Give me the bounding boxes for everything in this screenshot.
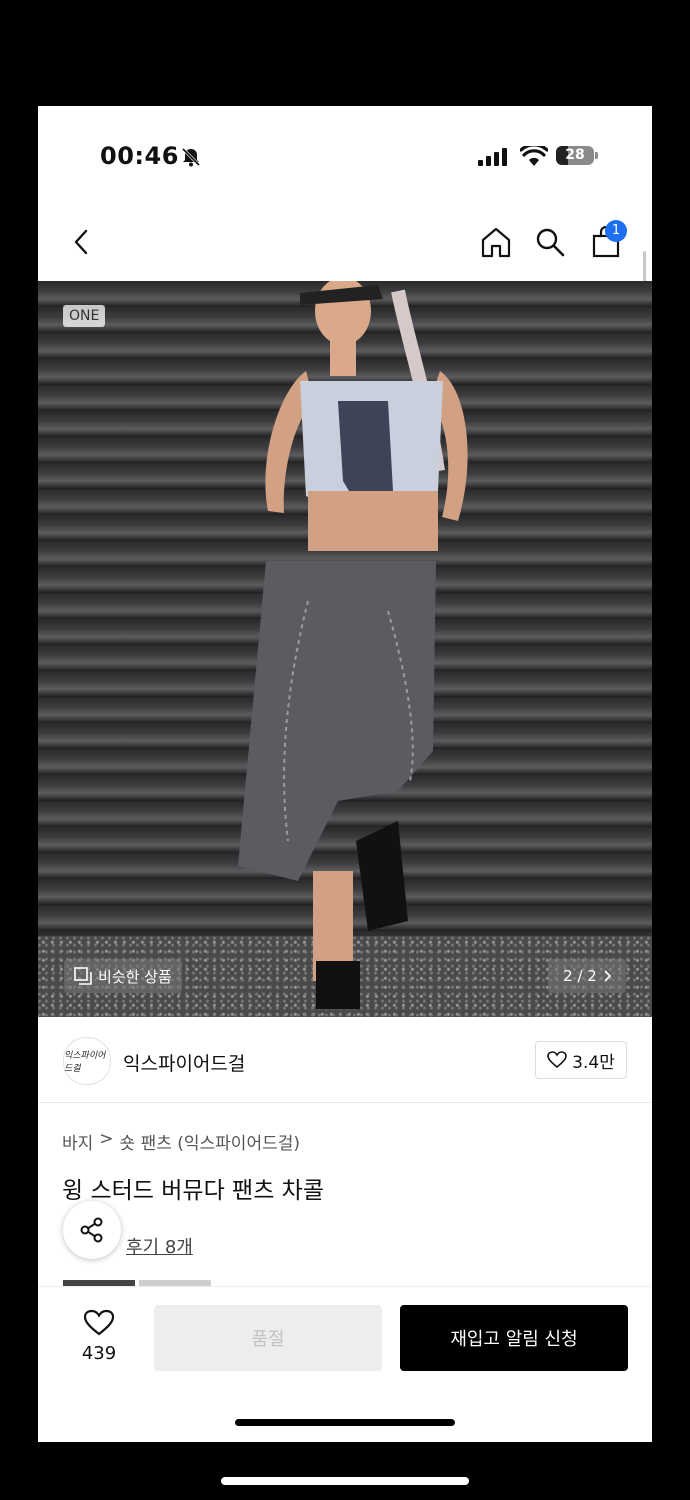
image-pager[interactable]: 2 / 2 [548,959,626,993]
status-time: 00:46 [100,142,179,170]
wifi-icon [520,146,548,166]
one-size-badge: ONE [63,305,106,327]
status-bar: 00:46 28 [38,106,652,206]
home-icon [481,227,511,258]
heart-icon [83,1309,115,1336]
home-button[interactable] [478,224,514,260]
chevron-left-icon [74,229,88,255]
mute-bell-icon [181,147,201,167]
product-title: 윙 스터드 버뮤다 팬츠 차콜 [62,1178,325,1204]
app-screen: 00:46 28 1 ONE 비슷한 상품 2 / 2 익스파이어드걸 익스파이… [38,106,652,1442]
share-button[interactable] [63,1201,121,1259]
similar-products-label: 비슷한 상품 [98,967,172,986]
top-nav [38,206,652,280]
seller-row: 익스파이어드걸 익스파이어드걸 3.4만 [38,1017,652,1103]
search-icon [536,228,565,257]
brand-logo-text: 익스파이어드걸 [64,1051,106,1074]
breadcrumb-subcategory[interactable]: 숏 팬츠 (익스파이어드걸) [120,1129,300,1154]
wishlist-button[interactable]: 439 [74,1309,124,1364]
model-figure [238,281,468,1009]
outer-home-indicator [221,1477,469,1485]
product-image[interactable]: ONE 비슷한 상품 2 / 2 [38,281,652,1017]
restock-alert-button[interactable]: 재입고 알림 신청 [400,1305,628,1371]
sold-out-button[interactable]: 품절 [154,1305,382,1371]
signal-icon [478,148,507,166]
wishlist-count: 439 [81,1343,117,1364]
breadcrumb: 바지 > 숏 팬츠 (익스파이어드걸) [62,1129,300,1154]
back-button[interactable] [64,224,100,260]
review-link[interactable]: 후기 8개 [126,1233,193,1259]
breadcrumb-separator: > [99,1129,114,1149]
similar-items-icon [74,967,92,985]
cart-count-badge: 1 [605,220,627,242]
battery-icon: 28 [556,146,594,165]
heart-icon [547,1051,567,1069]
battery-level: 28 [565,147,585,163]
home-indicator[interactable] [235,1419,455,1426]
similar-products-button[interactable]: 비슷한 상품 [64,959,182,993]
brand-like-count: 3.4만 [572,1052,615,1073]
brand-like-button[interactable]: 3.4만 [535,1041,627,1079]
image-page-count: 2 / 2 [563,967,597,985]
brand-name[interactable]: 익스파이어드걸 [123,1049,245,1076]
brand-logo[interactable]: 익스파이어드걸 [63,1037,111,1085]
chevron-right-icon [604,970,611,982]
share-icon [80,1217,103,1243]
search-button[interactable] [532,224,568,260]
breadcrumb-category[interactable]: 바지 [62,1129,93,1154]
scroll-indicator [643,251,646,285]
